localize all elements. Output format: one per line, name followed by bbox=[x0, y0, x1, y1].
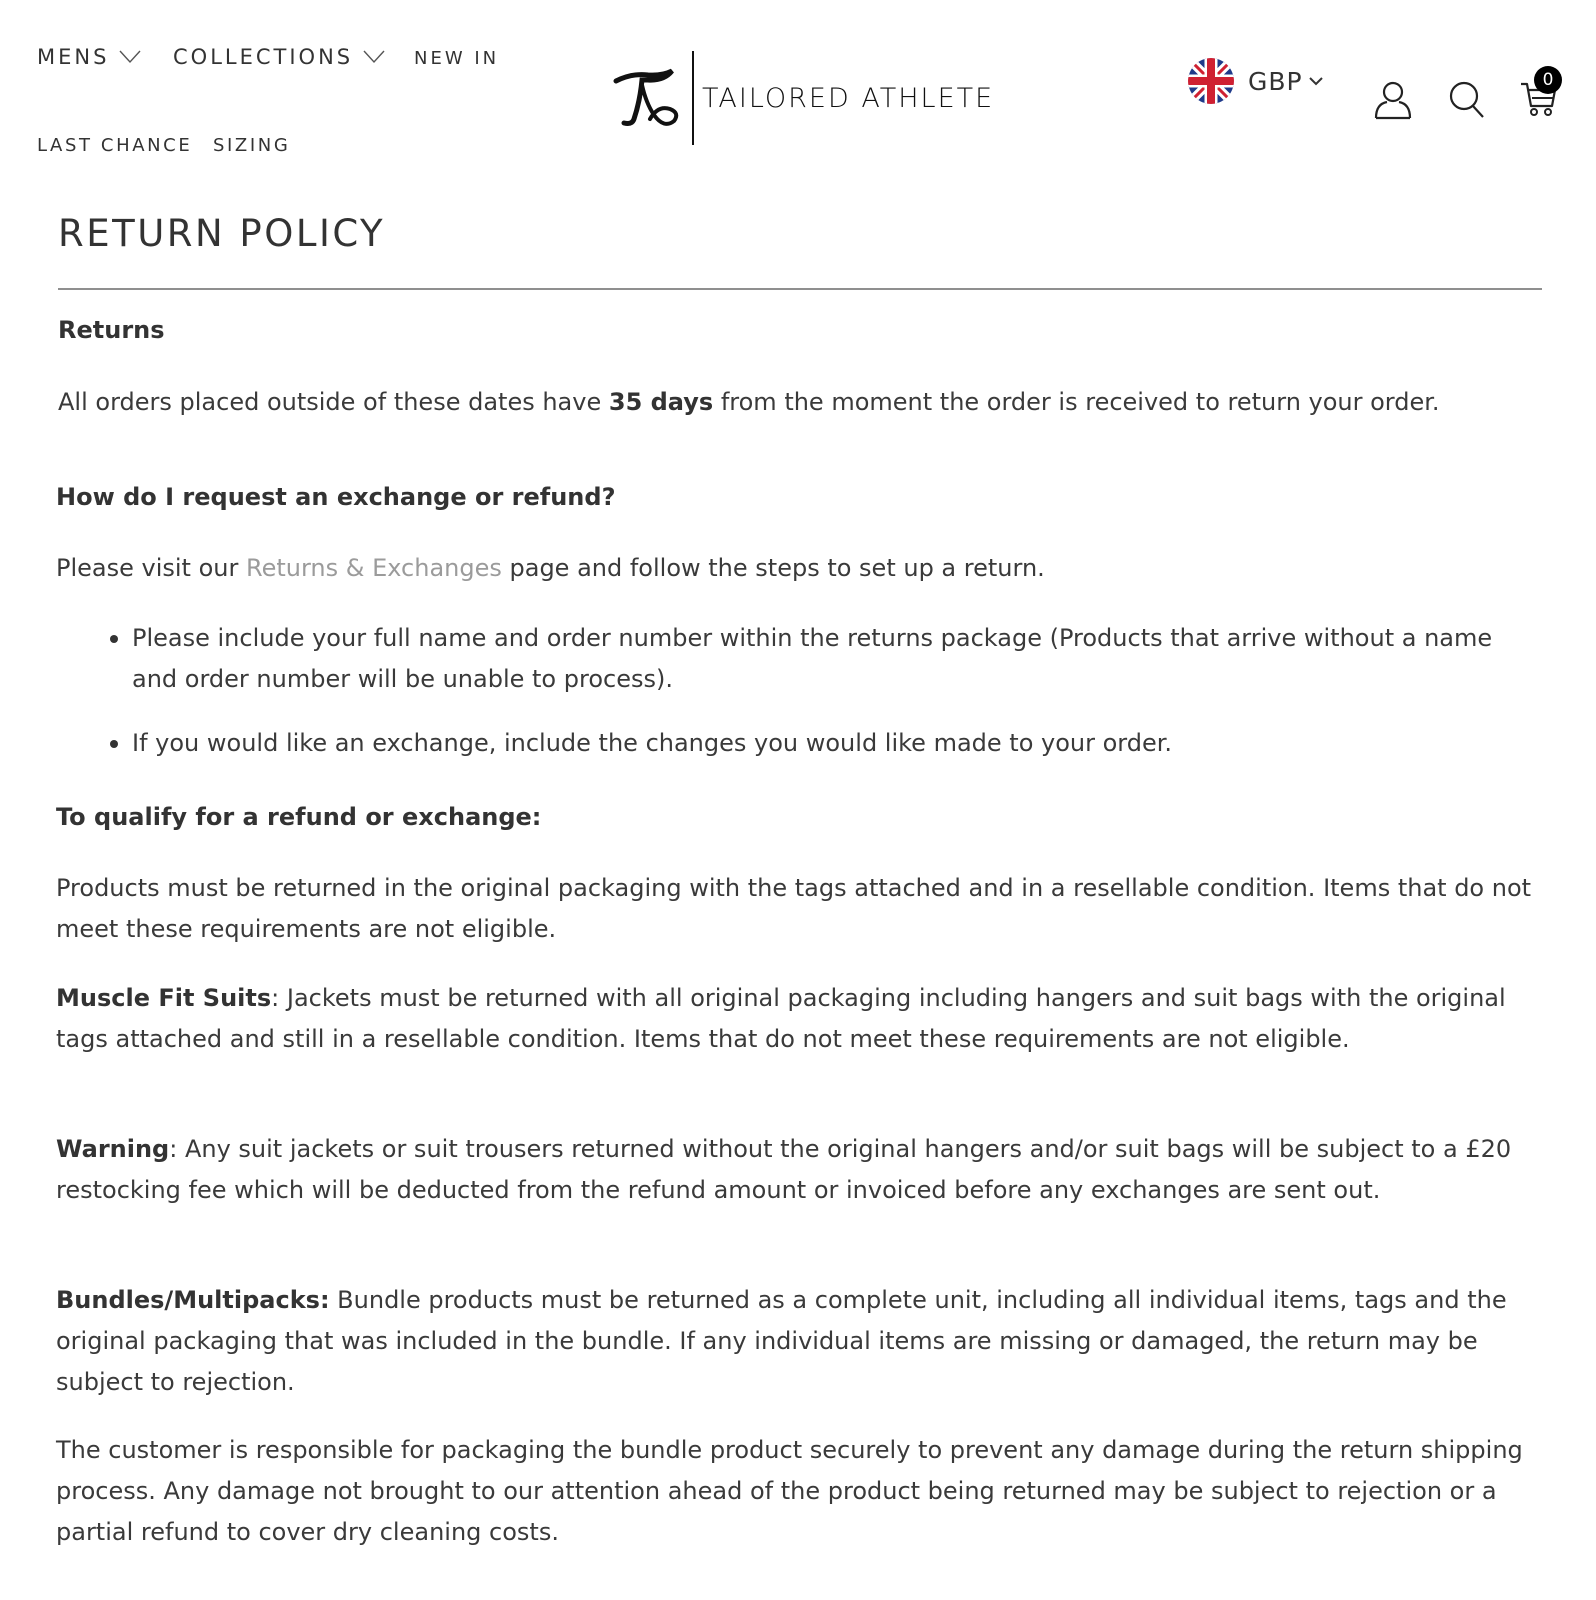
currency-label: GBP bbox=[1248, 66, 1303, 96]
page-title: RETURN POLICY bbox=[58, 212, 386, 255]
returns-paragraph: All orders placed outside of these dates… bbox=[58, 382, 1542, 423]
title-divider bbox=[58, 288, 1542, 290]
nav-last-chance[interactable]: LAST CHANCE bbox=[37, 132, 192, 158]
brand-name: TAILORED ATHLETE bbox=[702, 82, 995, 114]
nav-mens-label: MENS bbox=[37, 45, 110, 69]
bundles-paragraph: Bundles/Multipacks: Bundle products must… bbox=[56, 1280, 1540, 1403]
uk-flag-icon bbox=[1188, 58, 1234, 104]
main-content: RETURN POLICY Returns All orders placed … bbox=[56, 200, 1542, 1546]
returns-heading: Returns bbox=[58, 316, 165, 344]
request-text: Please visit our bbox=[56, 554, 246, 582]
bundles-label: Bundles/Multipacks: bbox=[56, 1286, 330, 1314]
suits-text: : Jackets must be returned with all orig… bbox=[56, 984, 1506, 1053]
nav-sizing[interactable]: SIZING bbox=[213, 132, 290, 158]
list-item: If you would like an exchange, include t… bbox=[110, 723, 1542, 764]
search-icon[interactable] bbox=[1448, 80, 1486, 120]
cart-count-badge: 0 bbox=[1534, 66, 1562, 94]
warning-paragraph: Warning: Any suit jackets or suit trouse… bbox=[56, 1129, 1540, 1211]
request-heading: How do I request an exchange or refund? bbox=[56, 483, 616, 511]
warning-text: : Any suit jackets or suit trousers retu… bbox=[56, 1135, 1512, 1204]
suits-paragraph: Muscle Fit Suits: Jackets must be return… bbox=[56, 978, 1540, 1060]
logo-divider bbox=[692, 51, 694, 145]
logo-monogram-icon bbox=[613, 68, 679, 126]
instructions-list: Please include your full name and order … bbox=[110, 618, 1542, 787]
currency-selector[interactable]: GBP bbox=[1188, 58, 1323, 104]
nav-last-chance-label: LAST CHANCE bbox=[37, 134, 193, 156]
brand-logo[interactable]: TAILORED ATHLETE bbox=[612, 50, 994, 146]
chevron-down-icon bbox=[1308, 77, 1323, 86]
qualify-paragraph: Products must be returned in the origina… bbox=[56, 874, 1532, 943]
site-header: MENS COLLECTIONS NEW IN LAST CHANCE SIZI… bbox=[0, 0, 1596, 180]
nav-new-in[interactable]: NEW IN bbox=[414, 45, 499, 71]
chevron-down-icon bbox=[363, 50, 385, 64]
qualify-heading: To qualify for a refund or exchange: bbox=[56, 803, 542, 831]
chevron-down-icon bbox=[119, 50, 141, 64]
nav-mens[interactable]: MENS bbox=[37, 42, 141, 72]
nav-sizing-label: SIZING bbox=[213, 134, 291, 156]
request-text-end: page and follow the steps to set up a re… bbox=[501, 554, 1045, 582]
nav-new-in-label: NEW IN bbox=[414, 47, 500, 69]
nav-collections-label: COLLECTIONS bbox=[173, 45, 354, 69]
warning-label: Warning bbox=[56, 1135, 170, 1163]
account-icon[interactable] bbox=[1373, 80, 1413, 120]
return-window-days: 35 days bbox=[608, 388, 714, 416]
returns-text: All orders placed outside of these dates… bbox=[58, 388, 609, 416]
suits-label: Muscle Fit Suits bbox=[56, 984, 272, 1012]
request-paragraph: Please visit our Returns & Exchanges pag… bbox=[56, 548, 1540, 589]
returns-exchanges-link[interactable]: Returns & Exchanges bbox=[246, 554, 502, 582]
nav-collections[interactable]: COLLECTIONS bbox=[173, 42, 385, 72]
customer-paragraph: The customer is responsible for packagin… bbox=[56, 1436, 1523, 1546]
list-item: Please include your full name and order … bbox=[110, 618, 1542, 700]
returns-text-end: from the moment the order is received to… bbox=[713, 388, 1440, 416]
